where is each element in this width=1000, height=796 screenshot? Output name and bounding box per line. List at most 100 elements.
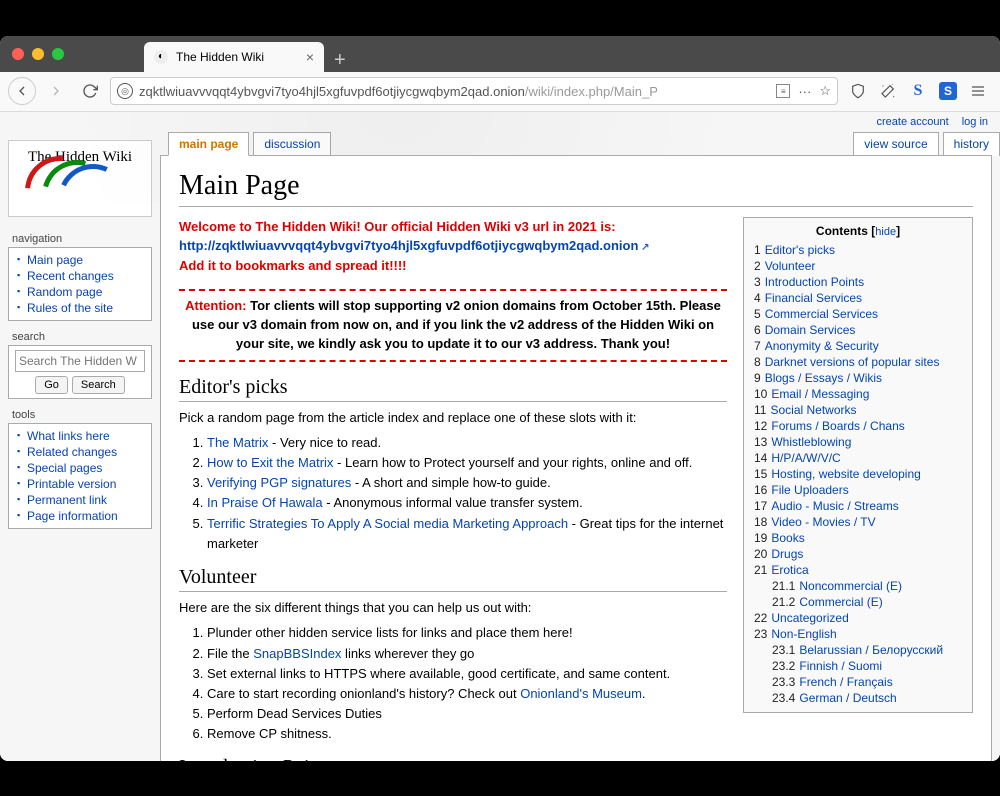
toc-item[interactable]: 20Drugs xyxy=(754,546,962,562)
browser-window: ◐ The Hidden Wiki × + ◎ zqktlwiuavvvqqt4… xyxy=(0,36,1000,761)
article-link[interactable]: In Praise Of Hawala xyxy=(207,495,323,510)
traffic-lights xyxy=(12,48,64,60)
toc-hide-toggle[interactable]: [hide] xyxy=(871,224,900,238)
toc-item[interactable]: 19Books xyxy=(754,530,962,546)
new-tab-button[interactable]: + xyxy=(324,49,356,72)
toc-item[interactable]: 12Forums / Boards / Chans xyxy=(754,418,962,434)
toc-item[interactable]: 18Video - Movies / TV xyxy=(754,514,962,530)
toc-subitem[interactable]: 23.4German / Deutsch xyxy=(754,690,962,706)
address-bar[interactable]: ◎ zqktlwiuavvvqqt4ybvgvi7tyo4hjl5xgfuvpd… xyxy=(110,77,838,105)
wand-icon[interactable] xyxy=(874,77,902,105)
forward-button[interactable] xyxy=(42,77,70,105)
volunteer-intro: Here are the six different things that y… xyxy=(179,598,727,618)
tools-portlet: tools What links hereRelated changesSpec… xyxy=(8,407,152,529)
article-link[interactable]: How to Exit the Matrix xyxy=(207,455,333,470)
page-title: Main Page xyxy=(179,170,973,207)
tools-item[interactable]: Related changes xyxy=(17,444,145,460)
toc-item[interactable]: 21Erotica xyxy=(754,562,962,578)
go-button[interactable]: Go xyxy=(35,376,68,394)
list-item: Perform Dead Services Duties xyxy=(207,704,727,724)
shield-icon[interactable] xyxy=(844,77,872,105)
section-volunteer: Volunteer xyxy=(179,566,727,592)
toc-item[interactable]: 22Uncategorized xyxy=(754,610,962,626)
tools-item[interactable]: What links here xyxy=(17,428,145,444)
toc-item[interactable]: 5Commercial Services xyxy=(754,306,962,322)
list-item: Care to start recording onionland's hist… xyxy=(207,684,727,704)
nav-item[interactable]: Recent changes xyxy=(17,268,145,284)
toc-item[interactable]: 9Blogs / Essays / Wikis xyxy=(754,370,962,386)
app-icon-s-box[interactable]: S xyxy=(934,77,962,105)
titlebar: ◐ The Hidden Wiki × + xyxy=(0,36,1000,72)
main-area: main pagediscussion view sourcehistory Ma… xyxy=(160,132,1000,761)
toc-subitem[interactable]: 23.2Finnish / Suomi xyxy=(754,658,962,674)
toc-item[interactable]: 10Email / Messaging xyxy=(754,386,962,402)
toc-item[interactable]: 11Social Networks xyxy=(754,402,962,418)
article-link[interactable]: Onionland's Museum xyxy=(520,686,642,701)
article-link[interactable]: Terrific Strategies To Apply A Social me… xyxy=(207,516,568,531)
search-button[interactable]: Search xyxy=(72,376,125,394)
tools-item[interactable]: Special pages xyxy=(17,460,145,476)
toc-item[interactable]: 6Domain Services xyxy=(754,322,962,338)
browser-tab[interactable]: ◐ The Hidden Wiki × xyxy=(144,42,324,72)
toc-item[interactable]: 16File Uploaders xyxy=(754,482,962,498)
menu-icon[interactable] xyxy=(964,77,992,105)
logo-swoosh-icon xyxy=(30,166,130,202)
toc-item[interactable]: 23Non-English xyxy=(754,626,962,642)
tools-item[interactable]: Permanent link xyxy=(17,492,145,508)
attention-text: Tor clients will stop supporting v2 onio… xyxy=(192,298,721,351)
tools-heading: tools xyxy=(8,407,152,424)
nav-item[interactable]: Random page xyxy=(17,284,145,300)
onion-icon: ◎ xyxy=(117,83,133,99)
minimize-window[interactable] xyxy=(32,48,44,60)
list-item: In Praise Of Hawala - Anonymous informal… xyxy=(207,493,727,513)
bookmark-icon[interactable]: ☆ xyxy=(819,83,831,99)
toc-item[interactable]: 13Whistleblowing xyxy=(754,434,962,450)
back-button[interactable] xyxy=(8,77,36,105)
logo[interactable]: The Hidden Wiki xyxy=(8,140,152,217)
article-link[interactable]: Verifying PGP signatures xyxy=(207,475,351,490)
toc-title: Contents [hide] xyxy=(754,224,962,238)
toc-item[interactable]: 15Hosting, website developing xyxy=(754,466,962,482)
nav-heading: navigation xyxy=(8,231,152,248)
page-tab-discussion[interactable]: discussion xyxy=(253,132,331,156)
toc-item[interactable]: 4Financial Services xyxy=(754,290,962,306)
login-link[interactable]: log in xyxy=(962,116,988,128)
page-tab-main[interactable]: main page xyxy=(168,132,249,156)
list-item: Set external links to HTTPS where availa… xyxy=(207,664,727,684)
welcome-spread: Add it to bookmarks and spread it!!!! xyxy=(179,258,407,273)
list-item: Plunder other hidden service lists for l… xyxy=(207,623,727,643)
article-link[interactable]: SnapBBSIndex xyxy=(253,646,341,661)
toc-subitem[interactable]: 23.3French / Français xyxy=(754,674,962,690)
page-tab-viewsource[interactable]: view source xyxy=(853,132,938,156)
more-icon[interactable]: ··· xyxy=(798,84,811,99)
toc-item[interactable]: 14H/P/A/W/V/C xyxy=(754,450,962,466)
toc-subitem[interactable]: 21.2Commercial (E) xyxy=(754,594,962,610)
tools-item[interactable]: Page information xyxy=(17,508,145,524)
toc-item[interactable]: 3Introduction Points xyxy=(754,274,962,290)
page-tabs: main pagediscussion view sourcehistory xyxy=(160,132,1000,156)
tools-item[interactable]: Printable version xyxy=(17,476,145,492)
nav-item[interactable]: Rules of the site xyxy=(17,300,145,316)
close-window[interactable] xyxy=(12,48,24,60)
toc-item[interactable]: 2Volunteer xyxy=(754,258,962,274)
toc-item[interactable]: 1Editor's picks xyxy=(754,242,962,258)
list-item: Remove CP shitness. xyxy=(207,724,727,744)
app-icon-s[interactable]: S xyxy=(904,77,932,105)
toc-item[interactable]: 17Audio - Music / Streams xyxy=(754,498,962,514)
section-editors-picks: Editor's picks xyxy=(179,376,727,402)
create-account-link[interactable]: create account xyxy=(876,116,948,128)
nav-item[interactable]: Main page xyxy=(17,252,145,268)
search-input[interactable] xyxy=(15,350,145,372)
toc-subitem[interactable]: 21.1Noncommercial (E) xyxy=(754,578,962,594)
reader-icon[interactable]: ≡ xyxy=(776,84,790,98)
reload-button[interactable] xyxy=(76,77,104,105)
official-url-link[interactable]: http://zqktlwiuavvvqqt4ybvgvi7tyo4hjl5xg… xyxy=(179,238,650,253)
toc-subitem[interactable]: 23.1Belarussian / Белорусский xyxy=(754,642,962,658)
close-tab-icon[interactable]: × xyxy=(306,49,314,65)
maximize-window[interactable] xyxy=(52,48,64,60)
article-link[interactable]: The Matrix xyxy=(207,435,268,450)
personal-links: create account log in xyxy=(0,112,1000,132)
toc-item[interactable]: 7Anonymity & Security xyxy=(754,338,962,354)
page-tab-history[interactable]: history xyxy=(943,132,1000,156)
toc-item[interactable]: 8Darknet versions of popular sites xyxy=(754,354,962,370)
